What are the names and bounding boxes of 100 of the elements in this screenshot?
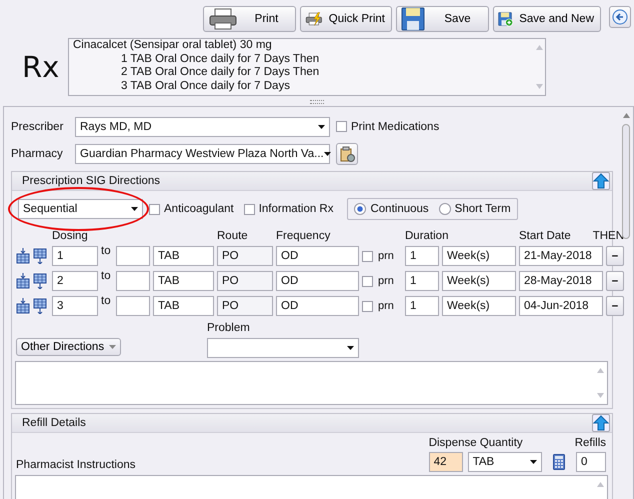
scroll-up-icon[interactable]	[597, 368, 604, 373]
rx-symbol: Rx	[22, 50, 60, 84]
problem-dropdown[interactable]	[207, 338, 359, 358]
to-label: to	[101, 294, 112, 307]
column-header: Frequency	[276, 230, 332, 242]
insert-row-above-icon[interactable]	[16, 298, 30, 314]
checkbox-label: Print Medications	[351, 120, 440, 132]
duration-unit-field[interactable]: Week(s)	[442, 296, 516, 316]
remove-row-button[interactable]: –	[606, 246, 624, 266]
other-directions-button[interactable]: Other Directions	[16, 338, 121, 356]
toolbar-button[interactable]: Save	[396, 6, 489, 32]
remove-row-button[interactable]: –	[606, 271, 624, 291]
scroll-down-icon[interactable]	[536, 84, 543, 89]
duration-field[interactable]: 1	[405, 246, 439, 266]
dose-to-field[interactable]	[116, 246, 150, 266]
checkbox[interactable]	[244, 204, 255, 214]
prescriber-dropdown[interactable]: Rays MD, MD	[75, 116, 330, 136]
duration-field[interactable]: 1	[405, 296, 439, 316]
frequency-field[interactable]: OD	[276, 246, 359, 266]
insert-row-below-icon[interactable]	[33, 248, 47, 264]
duration-unit-field[interactable]: Week(s)	[442, 246, 516, 266]
dose-to-field[interactable]	[116, 296, 150, 316]
clipboard-button[interactable]	[336, 142, 358, 164]
prn-label: prn	[378, 300, 395, 312]
collapse-button[interactable]	[592, 414, 610, 432]
insert-row-above-icon[interactable]	[16, 273, 30, 289]
caret-icon	[347, 346, 354, 350]
column-header: Route	[217, 230, 249, 242]
frequency-field[interactable]: OD	[276, 271, 359, 291]
toolbar-button[interactable]: Quick Print	[300, 6, 392, 32]
route-field[interactable]: PO	[217, 246, 273, 266]
column-header: Duration	[405, 230, 450, 242]
start-date-field[interactable]: 28-May-2018	[519, 271, 603, 291]
dose-field[interactable]: 1	[52, 246, 98, 266]
frequency-field[interactable]: OD	[276, 296, 359, 316]
summary-line: 1 TAB Oral Once daily for 7 Days Then	[120, 52, 320, 66]
sig-mode-dropdown[interactable]: Sequential	[18, 199, 143, 219]
prn-checkbox[interactable]	[362, 300, 373, 312]
unit-field[interactable]: TAB	[153, 246, 214, 266]
back-button[interactable]	[609, 6, 631, 28]
directions-text-area[interactable]	[15, 361, 608, 405]
checkbox-label: Information Rx	[258, 203, 334, 215]
route-field[interactable]: PO	[217, 271, 273, 291]
radio-button[interactable]	[438, 203, 451, 215]
duration-unit-field[interactable]: Week(s)	[442, 271, 516, 291]
dose-field[interactable]: 2	[52, 271, 98, 291]
section-title: Refill Details	[22, 417, 86, 429]
checkbox-label: Anticoagulant	[164, 203, 234, 215]
toolbar-button[interactable]: Print	[203, 6, 296, 32]
caret-icon	[324, 152, 331, 156]
insert-row-below-icon[interactable]	[33, 298, 47, 314]
refills-field[interactable]: 0	[576, 452, 606, 472]
scroll-up-icon[interactable]	[622, 113, 630, 118]
insert-row-below-icon[interactable]	[33, 273, 47, 289]
toolbar-button[interactable]: Save and New	[493, 6, 601, 32]
up-arrow-icon	[593, 415, 609, 431]
caret-icon	[530, 460, 537, 464]
field-label: Dispense Quantity	[428, 437, 524, 449]
checkbox[interactable]	[149, 204, 160, 214]
prn-checkbox[interactable]	[362, 276, 373, 286]
start-date-field[interactable]: 04-Jun-2018	[519, 296, 603, 316]
pharmacy-dropdown[interactable]: Guardian Pharmacy Westview Plaza North Va...	[75, 144, 330, 164]
radio-button[interactable]	[354, 203, 366, 215]
duration-field[interactable]: 1	[405, 271, 439, 291]
caret-icon	[109, 345, 116, 349]
unit-field[interactable]: TAB	[153, 296, 214, 316]
pharmacist-instructions-text-area[interactable]	[15, 475, 608, 499]
dose-to-field[interactable]	[116, 271, 150, 291]
splitter-grip[interactable]	[310, 100, 324, 104]
scrollbar-thumb[interactable]	[622, 124, 630, 239]
prn-label: prn	[378, 250, 395, 262]
scroll-up-icon[interactable]	[536, 45, 543, 50]
remove-row-button[interactable]: –	[606, 296, 624, 316]
field-label: Pharmacist Instructions	[16, 459, 137, 472]
field-label: Refills	[574, 437, 606, 449]
summary-line: Cinacalcet (Sensipar oral tablet) 30 mg	[73, 39, 273, 52]
dose-field[interactable]: 3	[52, 296, 98, 316]
field-label: Problem	[207, 322, 251, 334]
checkbox[interactable]	[336, 121, 347, 132]
caret-icon	[318, 124, 325, 128]
route-field[interactable]: PO	[217, 296, 273, 316]
field-label: Pharmacy	[11, 148, 64, 160]
section-title: Prescription SIG Directions	[22, 175, 160, 187]
caret-icon	[131, 207, 138, 211]
unit-field[interactable]: TAB	[153, 271, 214, 291]
insert-row-above-icon[interactable]	[16, 248, 30, 264]
scroll-down-icon[interactable]	[597, 393, 604, 398]
summary-line: 2 TAB Oral Once daily for 7 Days Then	[120, 66, 320, 80]
scroll-up-icon[interactable]	[597, 482, 604, 487]
clipboard-icon	[339, 146, 355, 162]
prn-checkbox[interactable]	[362, 250, 373, 262]
prn-label: prn	[378, 275, 395, 287]
start-date-field[interactable]: 21-May-2018	[519, 246, 603, 266]
column-header: Dosing	[52, 230, 89, 242]
to-label: to	[101, 269, 112, 282]
collapse-button[interactable]	[592, 172, 610, 190]
summary-line: 3 TAB Oral Once daily for 7 Days	[120, 80, 291, 93]
quantity-field[interactable]: 42	[428, 452, 463, 472]
calculator-icon[interactable]	[552, 454, 565, 470]
quantity-unit-dropdown[interactable]: TAB	[468, 452, 542, 472]
